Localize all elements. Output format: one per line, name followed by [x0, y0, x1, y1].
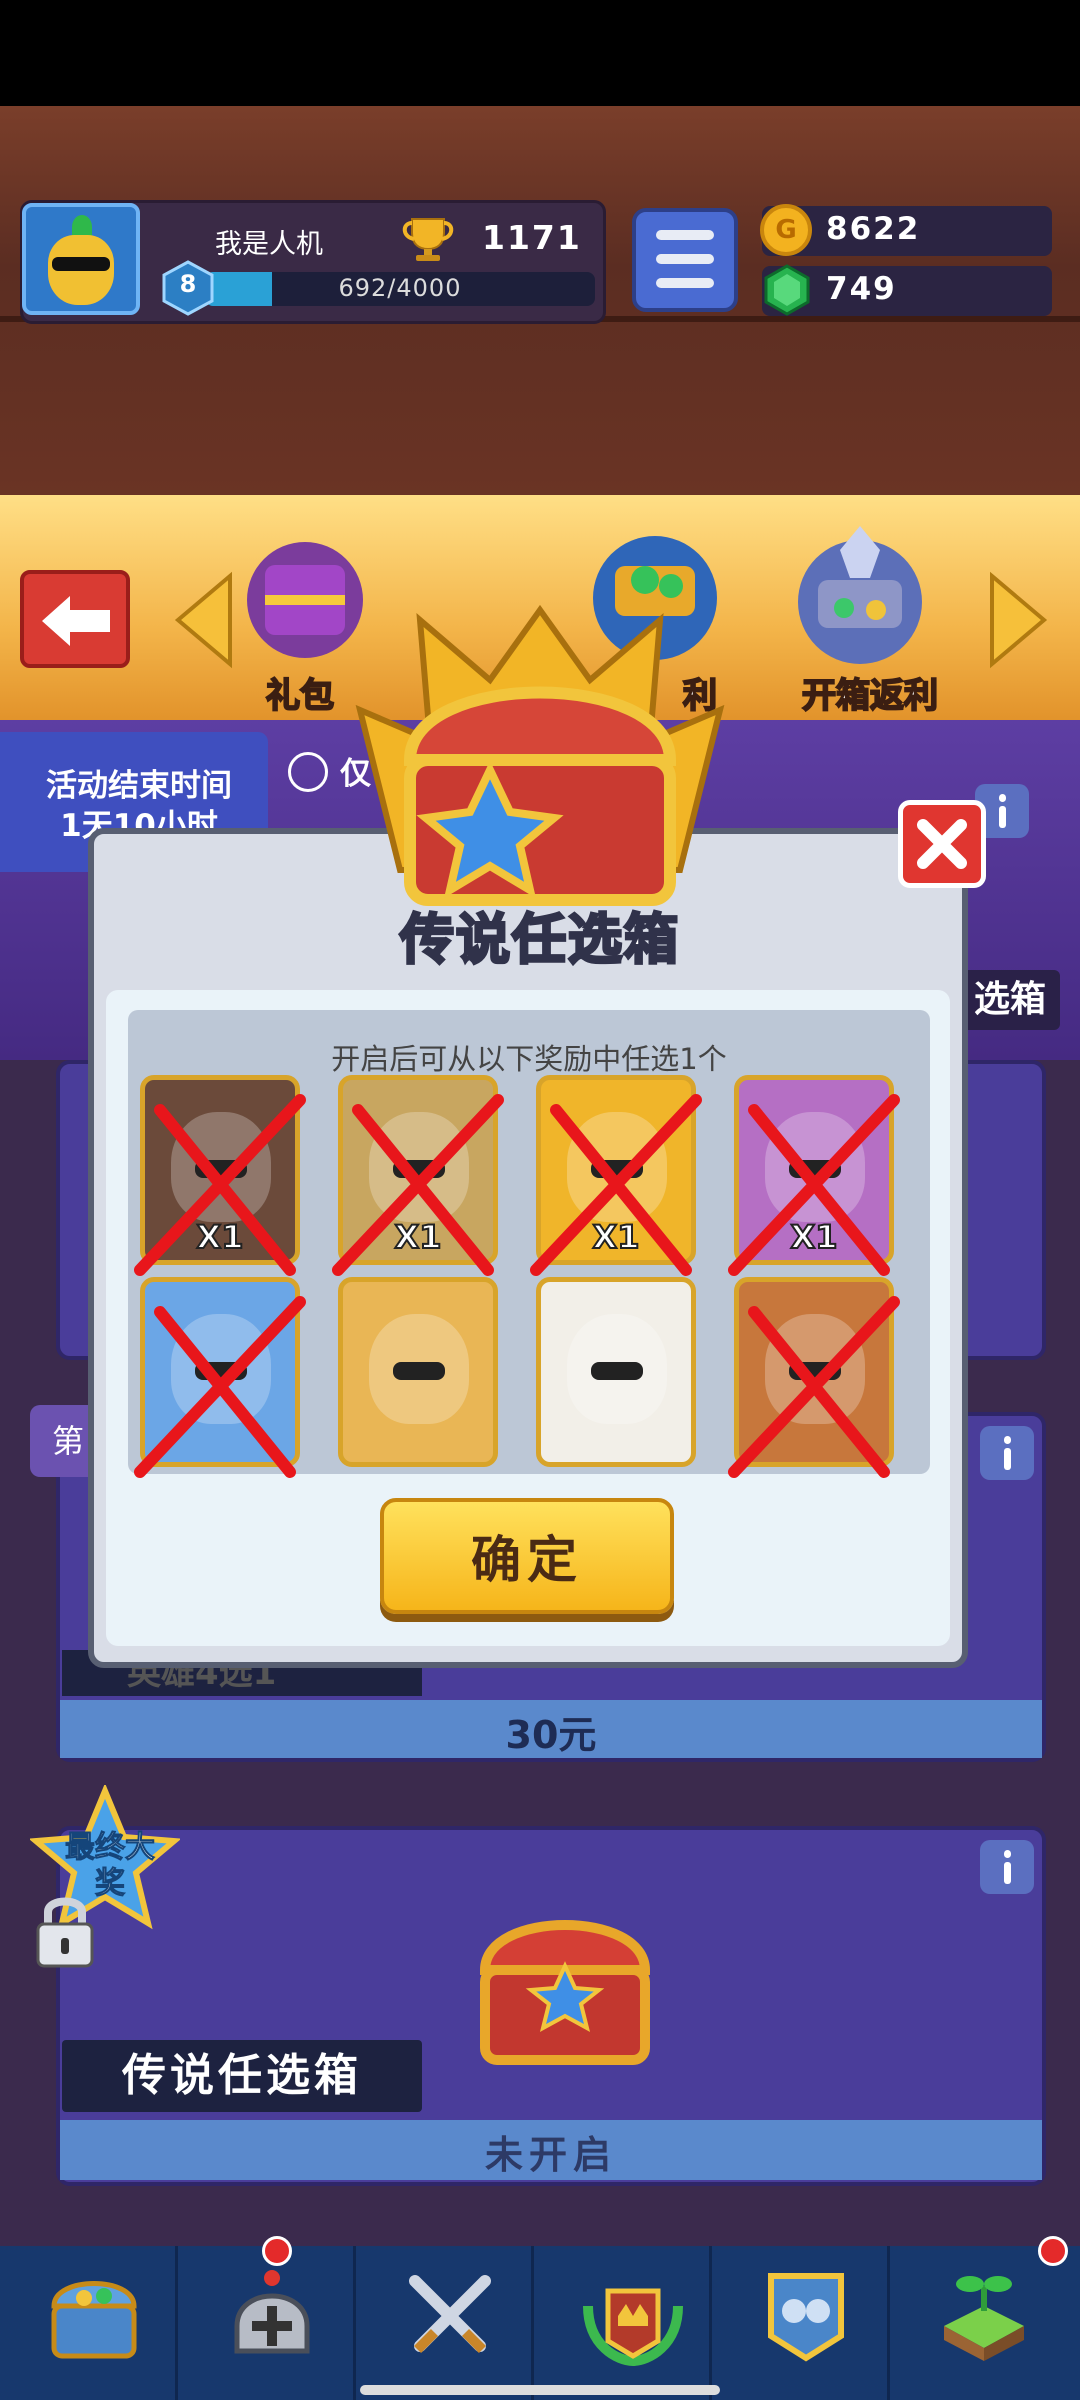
player-level: 8	[179, 270, 197, 298]
team-banner-icon	[768, 2273, 844, 2362]
hero-eyes	[393, 1160, 445, 1178]
xp-text: 692/4000	[338, 274, 462, 302]
modal-subtitle: 开启后可从以下奖励中任选1个	[331, 1042, 727, 1076]
hero-eyes	[591, 1160, 643, 1178]
hero-quantity: X1	[790, 1217, 839, 1257]
gold-coin-icon: G	[760, 204, 812, 256]
hero-eyes	[789, 1160, 841, 1178]
player-name: 我是人机	[215, 229, 323, 260]
card3-label: 传说任选箱	[62, 2040, 422, 2112]
tab-battle[interactable]	[356, 2246, 534, 2400]
hero-quantity: X1	[394, 1217, 443, 1257]
hero-eyes	[789, 1362, 841, 1380]
hero-eyes	[393, 1362, 445, 1380]
trophy-icon	[402, 218, 454, 261]
sunglasses-icon	[52, 257, 110, 271]
sprout-island-icon	[944, 2276, 1024, 2361]
helmet-icon	[234, 2270, 310, 2354]
menu-line	[656, 254, 714, 264]
gem-amount: 749	[826, 271, 897, 307]
close-icon	[917, 819, 967, 869]
crossed-swords-icon	[409, 2275, 491, 2354]
menu-line	[656, 230, 714, 240]
green-gem-icon	[764, 264, 810, 316]
trophy-count: 1171	[482, 218, 582, 257]
hero-option[interactable]	[536, 1277, 696, 1467]
confirm-button-label: 确定	[471, 1531, 583, 1589]
crown-laurel-icon	[583, 2288, 683, 2366]
treasure-chest-icon	[51, 2281, 137, 2359]
notification-dot	[262, 2236, 292, 2266]
card3-status: 未开启	[484, 2133, 617, 2177]
hero-eyes	[195, 1362, 247, 1380]
tab-island[interactable]	[890, 2246, 1080, 2400]
back-button[interactable]	[20, 570, 130, 668]
modal-title: 传说任选箱	[399, 907, 680, 973]
info-button[interactable]	[980, 1840, 1034, 1894]
notification-dot	[1038, 2236, 1068, 2266]
player-avatar[interactable]	[22, 203, 140, 315]
nav-item-chest-rebate[interactable]	[780, 520, 930, 670]
arrow-left-icon	[42, 596, 110, 646]
menu-button[interactable]	[632, 208, 738, 312]
event-right-label: 选箱	[960, 970, 1060, 1030]
hero-eyes	[591, 1362, 643, 1380]
hero-option[interactable]: X1	[734, 1075, 894, 1265]
tab-heroes[interactable]	[178, 2246, 356, 2400]
hero-option[interactable]	[338, 1277, 498, 1467]
info-button[interactable]	[980, 1426, 1034, 1480]
gold-amount: 8622	[826, 211, 921, 247]
close-button[interactable]	[898, 800, 986, 888]
menu-line	[656, 278, 714, 288]
legendary-chest-icon	[479, 1920, 651, 2065]
nav-label-chest-rebate: 开箱返利	[801, 675, 939, 717]
tab-league[interactable]	[534, 2246, 712, 2400]
crystal-chest-icon	[798, 526, 922, 664]
status-bar	[0, 0, 1080, 106]
hero-quantity: X1	[196, 1217, 245, 1257]
tab-team[interactable]	[712, 2246, 890, 2400]
tab-chest[interactable]	[0, 2246, 178, 2400]
hero-option[interactable]: X1	[338, 1075, 498, 1265]
hero-eyes	[195, 1160, 247, 1178]
hero-option[interactable]	[140, 1277, 300, 1467]
nav-next-arrow-icon[interactable]	[988, 570, 1050, 670]
hero-quantity: X1	[592, 1217, 641, 1257]
event-end-time-title: 活动结束时间	[46, 768, 232, 804]
lock-icon	[36, 1897, 94, 1968]
hero-option[interactable]: X1	[536, 1075, 696, 1265]
card2-price: 30元	[505, 1713, 597, 1757]
hero-option[interactable]: X1	[140, 1075, 300, 1265]
hero-option[interactable]	[734, 1277, 894, 1467]
home-indicator	[360, 2385, 720, 2395]
exclamation-icon	[288, 752, 328, 792]
